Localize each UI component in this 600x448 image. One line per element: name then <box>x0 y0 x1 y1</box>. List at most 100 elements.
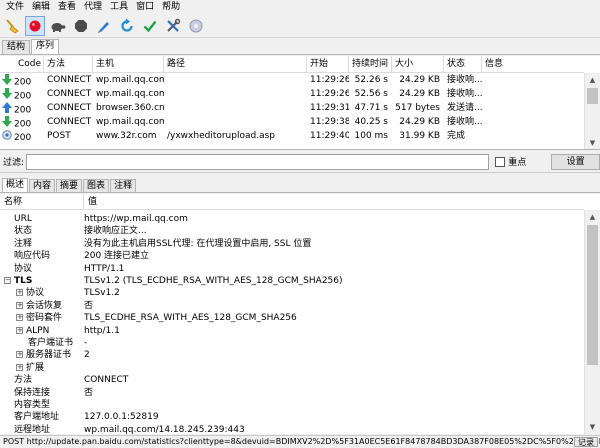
expand-icon[interactable]: + <box>16 326 23 334</box>
property-row[interactable]: + 服务器证书 2 <box>0 349 584 361</box>
property-row[interactable]: 保持连接 否 <box>0 387 584 399</box>
scroll-down-arrow-icon[interactable]: ▼ <box>585 420 600 434</box>
expand-icon[interactable]: + <box>16 289 23 297</box>
property-name-text: TLS <box>14 276 33 286</box>
property-row[interactable]: 内容类型 <box>0 399 584 411</box>
property-row[interactable]: 协议 HTTP/1.1 <box>0 263 584 275</box>
menu-tools[interactable]: 工具 <box>106 0 132 14</box>
broom-icon <box>6 18 19 33</box>
tab-summary[interactable]: 摘要 <box>56 179 83 192</box>
download-arrow-icon <box>2 116 14 129</box>
tab-structure[interactable]: 结构 <box>2 40 31 54</box>
session-row[interactable]: 200 CONNECT wp.mail.qq.com 11:29:38 40.25 s 2… <box>0 116 584 129</box>
scroll-thumb[interactable] <box>587 225 598 365</box>
column-host[interactable]: 主机 <box>93 56 164 73</box>
status-text: POST http://update.pan.baidu.com/statist… <box>3 437 600 446</box>
settings-button[interactable] <box>186 16 206 36</box>
expand-icon[interactable]: + <box>16 301 23 309</box>
menu-file[interactable]: 文件 <box>2 0 28 14</box>
column-start[interactable]: 开始 <box>307 56 349 73</box>
column-path[interactable]: 路径 <box>164 56 307 73</box>
focus-checkbox[interactable] <box>495 156 506 167</box>
property-name-text: 密码套件 <box>26 313 63 324</box>
column-status[interactable]: 状态 <box>444 56 482 73</box>
record-button[interactable] <box>25 15 45 36</box>
cell-code: 200 <box>0 116 44 129</box>
session-list-header: Code 方法 主机 路径 开始 持续时间 大小 状态 信息 <box>0 56 584 73</box>
filter-input[interactable] <box>26 153 490 170</box>
cell-duration: 52.56 s <box>354 89 388 99</box>
throttle-button[interactable] <box>48 16 68 36</box>
cell-method: CONNECT <box>47 75 92 85</box>
property-name-text: 远程地址 <box>14 424 51 434</box>
scroll-thumb[interactable] <box>587 88 598 104</box>
menu-edit[interactable]: 编辑 <box>28 0 54 14</box>
menu-help[interactable]: 帮助 <box>158 0 184 14</box>
property-row[interactable]: 客户端地址 127.0.0.1:52819 <box>0 411 584 423</box>
property-row[interactable]: 客户端证书 - <box>0 337 584 349</box>
cell-status: 完成 <box>447 131 466 141</box>
column-duration[interactable]: 持续时间 <box>349 56 392 73</box>
property-row[interactable]: + 密码套件 TLS_ECDHE_RSA_WITH_AES_128_GCM_SHA2… <box>0 312 584 324</box>
property-row[interactable]: + 扩展 <box>0 362 584 374</box>
tools-button[interactable] <box>163 16 183 36</box>
expand-icon[interactable]: + <box>16 351 23 359</box>
session-row[interactable]: 200 CONNECT browser.360.cn 11:29:31 47.71 s 5… <box>0 102 584 115</box>
property-row[interactable]: + ALPN http/1.1 <box>0 325 584 337</box>
validate-button[interactable] <box>140 16 160 36</box>
column-size[interactable]: 大小 <box>392 56 444 73</box>
tab-contents[interactable]: 内容 <box>29 179 56 192</box>
clear-button[interactable] <box>2 16 22 36</box>
property-row[interactable]: 注释 没有为此主机启用SSL代理: 在代理设置中启用, SSL 位置 <box>0 238 584 250</box>
menu-proxy[interactable]: 代理 <box>80 0 106 14</box>
toolbar <box>0 14 600 38</box>
property-name: 客户端证书 <box>0 337 84 349</box>
compose-button[interactable] <box>94 16 114 36</box>
cell-start: 11:29:40 <box>310 131 349 141</box>
tab-overview[interactable]: 概述 <box>2 178 29 192</box>
collapse-icon[interactable]: − <box>4 277 11 284</box>
scroll-up-arrow-icon[interactable]: ▲ <box>585 73 600 87</box>
tab-sequence[interactable]: 序列 <box>31 39 60 54</box>
scroll-down-arrow-icon[interactable]: ▼ <box>585 136 600 149</box>
cell-path <box>164 74 307 87</box>
menu-window[interactable]: 窗口 <box>132 0 158 14</box>
tab-chart[interactable]: 图表 <box>83 179 110 192</box>
property-name: + 密码套件 <box>0 312 84 324</box>
property-row[interactable]: 状态 接收响应正文... <box>0 225 584 237</box>
property-row[interactable]: URL https://wp.mail.qq.com <box>0 213 584 225</box>
repeat-button[interactable] <box>117 16 137 36</box>
cell-path <box>164 116 307 129</box>
column-info[interactable]: 信息 <box>482 56 584 73</box>
session-row[interactable]: 200 POST www.32r.com/yxwxheditorupload.asp… <box>0 130 584 143</box>
property-row[interactable]: − TLS TLSv1.2 (TLS_ECDHE_RSA_WITH_AES_128_… <box>0 275 584 287</box>
property-row[interactable]: 方法 CONNECT <box>0 374 584 386</box>
property-row[interactable]: + 会话恢复否 <box>0 300 584 312</box>
stop-icon <box>75 19 87 32</box>
session-list-scrollbar[interactable]: ▲ ▼ <box>584 73 600 149</box>
property-value: TLSv1.2 (TLS_ECDHE_RSA_WITH_AES_128_GCM_… <box>84 276 343 286</box>
expand-icon[interactable]: + <box>16 363 23 371</box>
settings-gear-icon <box>189 19 203 32</box>
expand-icon[interactable]: + <box>16 314 23 322</box>
session-row[interactable]: 200 CONNECT wp.mail.qq.com 11:29:26 52.56 s 2… <box>0 88 584 101</box>
property-row[interactable]: 远程地址 wp.mail.qq.com/14.18.245.239:443 <box>0 424 584 434</box>
column-name[interactable]: 名称 <box>0 194 84 210</box>
properties-panel: 名称 值 URL https://wp.mail.qq.com 状态 接收响应正文..… <box>0 194 600 434</box>
menu-view[interactable]: 查看 <box>54 0 80 14</box>
property-name-text: ALPN <box>26 325 50 336</box>
properties-scrollbar[interactable]: ▲ ▼ <box>584 210 600 434</box>
column-code[interactable]: Code <box>0 56 44 73</box>
column-value[interactable]: 值 <box>84 194 584 210</box>
stop-button[interactable] <box>71 16 91 36</box>
tab-notes[interactable]: 注释 <box>110 179 137 192</box>
settings-filter-button[interactable]: 设置 <box>551 153 600 170</box>
column-method[interactable]: 方法 <box>44 56 93 73</box>
recording-badge[interactable]: 记录 <box>574 437 598 447</box>
session-row[interactable]: 200 CONNECT wp.mail.qq.com 11:29:26 52.26 s 2… <box>0 74 584 87</box>
property-value: 127.0.0.1:52819 <box>84 412 159 423</box>
property-row[interactable]: 响应代码 200 连接已建立 <box>0 250 584 262</box>
scroll-up-arrow-icon[interactable]: ▲ <box>585 210 600 224</box>
download-arrow-icon <box>2 74 14 87</box>
property-row[interactable]: + 协议 TLSv1.2 <box>0 287 584 299</box>
